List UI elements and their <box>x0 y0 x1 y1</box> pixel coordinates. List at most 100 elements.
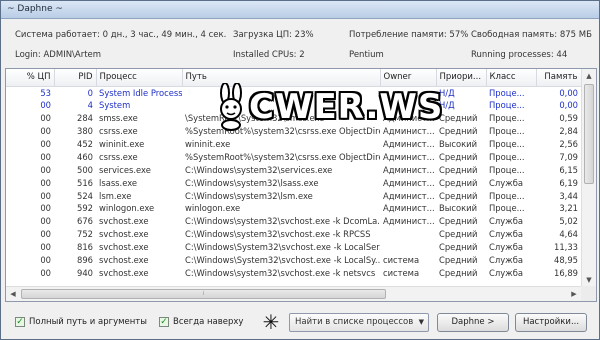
cell-cls: Служба <box>489 229 523 240</box>
cell-prio: Средний <box>439 113 478 124</box>
cell-owner: Админист... <box>383 216 435 227</box>
installed-cpus-label: Installed CPUs: 2 <box>233 50 305 60</box>
horizontal-scrollbar[interactable]: ◀ ⁞ ▶ <box>6 286 581 301</box>
horizontal-scroll-thumb[interactable]: ⁞ <box>21 289 386 299</box>
cell-prio: Средний <box>439 216 478 227</box>
cell-owner: Админист... <box>383 164 435 175</box>
cell-pid: 0 <box>87 87 93 98</box>
cell-mem: 4,64 <box>559 229 578 240</box>
column-header-owner[interactable]: Owner <box>380 69 437 87</box>
scroll-corner <box>581 286 596 301</box>
checkbox-checked-icon: ✓ <box>159 317 169 327</box>
cell-name: svchost.exe <box>99 216 149 227</box>
table-row[interactable]: 00 816 svchost.exe C:\Windows\System32\svch… <box>6 241 581 254</box>
cell-prio: Н/Д <box>439 87 455 98</box>
always-on-top-checkbox[interactable]: ✓ Всегда наверху <box>159 317 243 327</box>
cell-pid: 940 <box>77 267 93 278</box>
free-memory-label: Свободная память: 875 МБ <box>471 30 592 40</box>
cell-cls: Проце... <box>489 151 525 162</box>
find-process-text: Найти в списке процессов <box>295 317 414 327</box>
table-row[interactable]: 00 524 lsm.exe C:\Windows\system32\lsm.exe А… <box>6 189 581 202</box>
cell-pid: 4 <box>87 100 93 111</box>
cell-cls: Проце... <box>489 100 525 111</box>
cell-path: C:\Windows\system32\services.exe <box>185 164 333 175</box>
cell-cpu: 00 <box>40 216 51 227</box>
cell-cls: Проце... <box>489 139 525 149</box>
cell-owner: система <box>383 255 420 266</box>
cell-cpu: 00 <box>40 229 51 240</box>
bottom-toolbar: ✓ Полный путь и аргументы ✓ Всегда навер… <box>1 306 599 339</box>
cell-owner: Админист... <box>383 177 435 188</box>
crosshair-icon[interactable]: ✳ <box>261 311 281 333</box>
cell-mem: 48,95 <box>554 255 578 266</box>
cell-pid: 284 <box>77 113 93 124</box>
cpu-name-label: Pentium <box>349 50 384 60</box>
table-row[interactable]: 00 380 csrss.exe %SystemRoot%\system32\csrs… <box>6 125 581 138</box>
cell-cpu: 00 <box>40 267 51 278</box>
scroll-right-icon[interactable]: ▶ <box>567 287 581 301</box>
cell-cpu: 00 <box>40 151 51 162</box>
table-row[interactable]: 00 896 svchost.exe C:\Windows\System32\svch… <box>6 254 581 267</box>
cell-mem: 0,00 <box>559 100 578 111</box>
app-window: ~ Daphne ~ Система работает: 0 дн., 3 ча… <box>0 0 600 340</box>
table-row[interactable]: 00 500 services.exe C:\Windows\system32\ser… <box>6 163 581 176</box>
full-path-checkbox[interactable]: ✓ Полный путь и аргументы <box>15 317 147 327</box>
column-header-class[interactable]: Класс <box>486 69 537 87</box>
table-row[interactable]: 00 460 csrss.exe %SystemRoot%\system32\csrs… <box>6 150 581 163</box>
vertical-scroll-thumb[interactable] <box>584 84 594 184</box>
cell-cpu: 00 <box>40 203 51 214</box>
column-header-priority[interactable]: Приори... <box>436 69 487 87</box>
cell-name: csrss.exe <box>99 151 138 162</box>
cell-prio: Средний <box>439 255 478 266</box>
column-header-cpu[interactable]: % ЦП <box>6 69 55 87</box>
cell-cls: Проце... <box>489 164 525 175</box>
cell-mem: 7,09 <box>559 151 578 162</box>
table-row[interactable]: 00 676 svchost.exe C:\Windows\system32\svch… <box>6 215 581 228</box>
cell-prio: Средний <box>439 229 478 240</box>
cell-cpu: 00 <box>40 190 51 201</box>
cell-mem: 3,44 <box>559 190 578 201</box>
uptime-label: Система работает: 0 дн., 3 час., 49 мин.… <box>15 30 227 40</box>
cell-name: svchost.exe <box>99 267 149 278</box>
table-row[interactable]: 00 4 System Н/Д Проце... 0,00 <box>6 99 581 112</box>
cell-mem: 0,59 <box>559 113 578 124</box>
column-header-path[interactable]: Путь <box>182 69 381 87</box>
cell-pid: 676 <box>77 216 93 227</box>
title-bar[interactable]: ~ Daphne ~ <box>1 1 599 19</box>
daphne-menu-button[interactable]: Daphne > <box>437 313 509 332</box>
column-header-memory[interactable]: Память <box>536 69 582 87</box>
process-list[interactable]: % ЦП PID Процесс Путь Owner Приори... Кл… <box>5 68 597 302</box>
table-header: % ЦП PID Процесс Путь Owner Приори... Кл… <box>6 69 582 87</box>
process-table: % ЦП PID Процесс Путь Owner Приори... Кл… <box>6 69 582 279</box>
table-row[interactable]: 00 752 svchost.exe C:\Windows\system32\svch… <box>6 228 581 241</box>
cell-name: lsass.exe <box>99 177 138 188</box>
cell-pid: 500 <box>77 164 93 175</box>
cell-name: smss.exe <box>99 113 138 124</box>
cell-cpu: 00 <box>40 177 51 188</box>
cell-owner <box>380 241 436 254</box>
system-info-panel: Система работает: 0 дн., 3 час., 49 мин.… <box>1 19 599 67</box>
table-row[interactable]: 53 0 System Idle Process Н/Д Проце... 0,00 <box>6 86 581 99</box>
table-row[interactable]: 00 592 winlogon.exe winlogon.exe Админист...… <box>6 202 581 215</box>
memory-usage-label: Потребление памяти: 57% <box>349 30 469 40</box>
cell-name: svchost.exe <box>99 242 149 253</box>
find-process-combobox[interactable]: Найти в списке процессов ▼ <box>289 313 429 332</box>
column-header-process[interactable]: Процесс <box>96 69 183 87</box>
table-row[interactable]: 00 940 svchost.exe C:\Windows\system32\svch… <box>6 266 581 279</box>
table-row[interactable]: 00 516 lsass.exe C:\Windows\system32\lsass.… <box>6 176 581 189</box>
scroll-up-icon[interactable]: ▲ <box>582 69 596 83</box>
table-row[interactable]: 00 452 wininit.exe wininit.exe Админист... Вы… <box>6 138 581 151</box>
scroll-down-icon[interactable]: ▼ <box>582 273 596 287</box>
cell-cls: Проце... <box>489 87 525 98</box>
column-header-pid[interactable]: PID <box>54 69 97 87</box>
cell-cpu: 53 <box>40 87 51 98</box>
cell-pid: 516 <box>77 177 93 188</box>
scroll-left-icon[interactable]: ◀ <box>6 287 20 301</box>
settings-button[interactable]: Настройки... <box>515 313 587 332</box>
vertical-scrollbar[interactable]: ▲ ▼ <box>581 69 596 287</box>
table-row[interactable]: 00 284 smss.exe \SystemRoot\System32\smss.e… <box>6 112 581 125</box>
cell-pid: 380 <box>77 126 93 137</box>
cell-cls: Проце... <box>489 126 525 137</box>
cell-prio: Н/Д <box>439 100 455 111</box>
cpu-load-label: Загрузка ЦП: 23% <box>233 30 314 40</box>
